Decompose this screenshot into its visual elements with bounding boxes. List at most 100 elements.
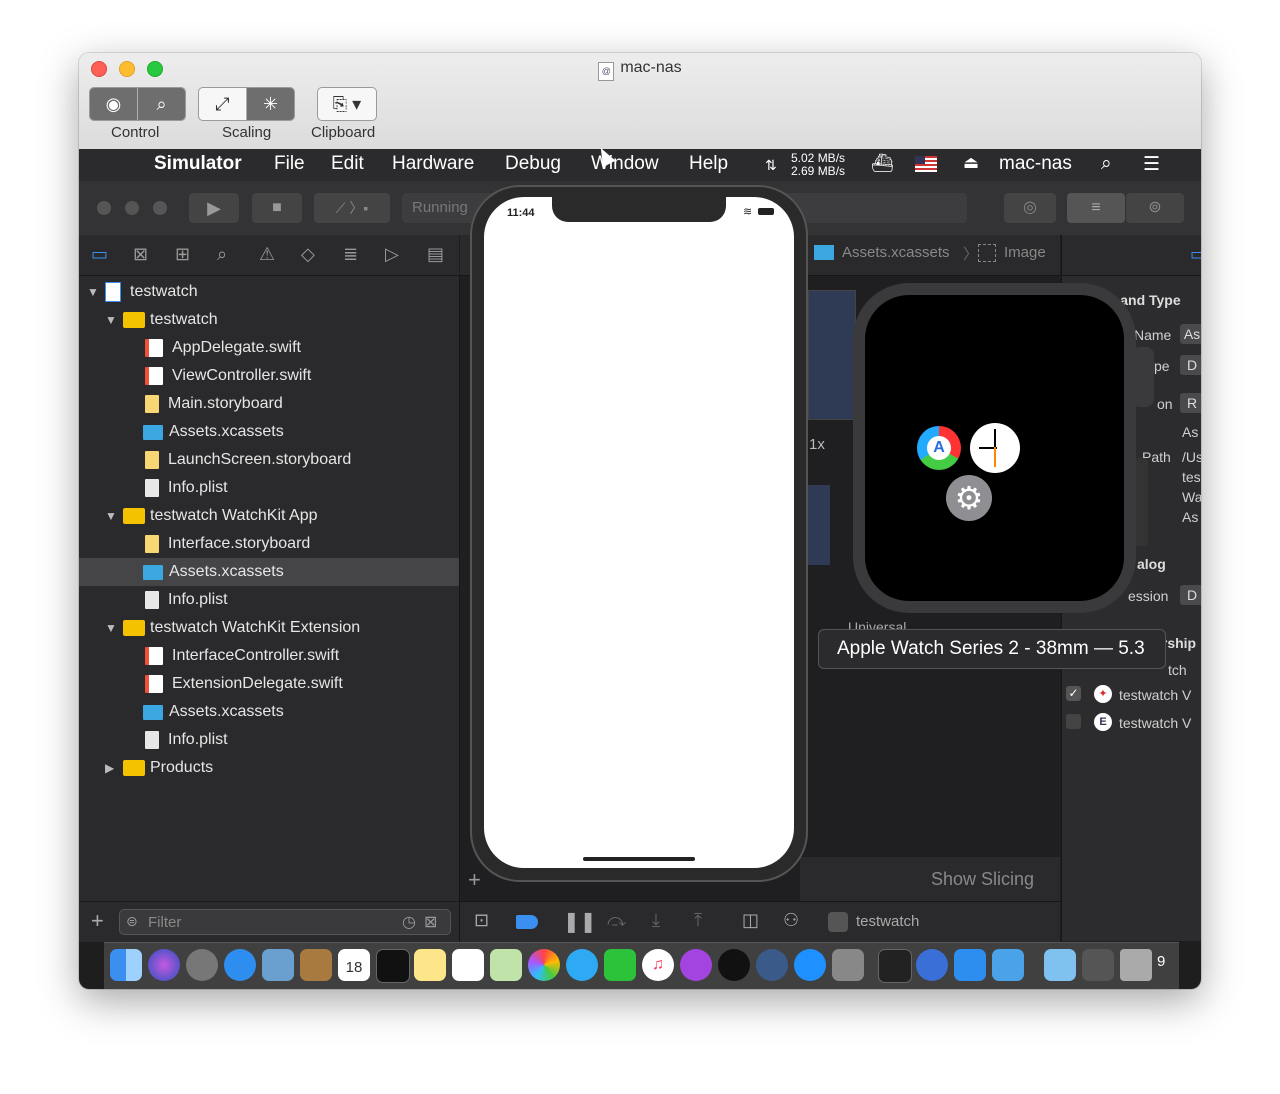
process-scheme-label[interactable]: testwatch xyxy=(856,913,919,930)
tree-row-file[interactable]: Info.plist xyxy=(145,726,228,754)
trash-icon[interactable] xyxy=(1120,949,1152,981)
podcasts-icon[interactable] xyxy=(680,949,712,981)
eject-icon[interactable]: ⏏ xyxy=(963,153,979,173)
tree-row-file[interactable]: AppDelegate.swift xyxy=(145,334,301,362)
terminal-icon[interactable] xyxy=(376,949,410,983)
library-icon[interactable]: ◎ xyxy=(1004,193,1056,223)
tree-row-folder[interactable]: ▶ Products xyxy=(105,754,213,782)
shrink-icon[interactable]: ✳ xyxy=(247,88,294,120)
facetime-icon[interactable] xyxy=(604,949,636,981)
qbittorrent-icon[interactable] xyxy=(916,949,948,981)
safari-icon[interactable] xyxy=(224,949,256,981)
settings-gear-icon[interactable]: ⚙ xyxy=(946,475,992,521)
notes-icon[interactable] xyxy=(414,949,446,981)
step-over-icon[interactable]: ⤼ xyxy=(607,910,626,931)
preview-icon[interactable] xyxy=(262,949,294,981)
tree-row-file[interactable]: ViewController.swift xyxy=(145,362,311,390)
run-icon[interactable]: ▶ xyxy=(189,193,239,223)
contacts-icon[interactable] xyxy=(300,949,332,981)
debug-navigator-icon[interactable]: ≣ xyxy=(343,244,358,265)
folder-icon[interactable] xyxy=(1044,949,1076,981)
breadcrumb-assets[interactable]: Assets.xcassets xyxy=(842,244,950,261)
home-indicator[interactable] xyxy=(583,857,695,861)
app-store-icon[interactable] xyxy=(794,949,826,981)
target-checkbox[interactable]: ✓ xyxy=(1066,686,1081,701)
xcode-minimize-button[interactable] xyxy=(125,201,139,215)
menubar-host[interactable]: mac-nas xyxy=(999,153,1072,175)
type-popup[interactable]: D xyxy=(1180,355,1201,375)
spotlight-icon[interactable]: ⌕ xyxy=(1101,153,1112,175)
breakpoints-toggle-icon[interactable] xyxy=(516,915,538,929)
standard-editor-icon[interactable]: ≡ xyxy=(1067,193,1125,223)
tree-row-file[interactable]: Info.plist xyxy=(145,586,228,614)
file-inspector-icon[interactable]: ▭ xyxy=(1190,244,1201,265)
xcode-zoom-button[interactable] xyxy=(153,201,167,215)
test-navigator-icon[interactable]: ◇ xyxy=(301,244,315,265)
network-utility-icon[interactable] xyxy=(756,949,788,981)
binoculars-icon[interactable]: ⌕ xyxy=(138,88,185,120)
screen-sharing-icon[interactable] xyxy=(1082,949,1114,981)
target-checkbox[interactable] xyxy=(1066,714,1081,729)
show-slicing-button[interactable]: Show Slicing xyxy=(931,869,1034,890)
view-debugger-icon[interactable]: ◫ xyxy=(742,910,759,931)
activity-app-icon[interactable]: A xyxy=(917,426,961,470)
tree-row-folder[interactable]: ▼ testwatch WatchKit Extension xyxy=(105,614,360,642)
filter-field[interactable]: ⊜ Filter ◷ ⊠ xyxy=(119,909,451,935)
music-icon[interactable]: ♫ xyxy=(642,949,674,981)
stop-icon[interactable]: ■ xyxy=(252,193,302,223)
system-preferences-icon[interactable] xyxy=(832,949,864,981)
clipboard-icon[interactable]: ⎘ ▾ xyxy=(318,88,376,120)
step-into-icon[interactable]: ⤓ xyxy=(652,910,660,931)
siri-icon[interactable] xyxy=(148,949,180,981)
tree-row-selected[interactable]: Assets.xcassets xyxy=(79,558,459,586)
issue-navigator-icon[interactable]: ⚠ xyxy=(259,244,275,265)
finder-icon[interactable] xyxy=(110,949,142,981)
photos-icon[interactable] xyxy=(528,949,560,981)
tree-row-file[interactable]: Interface.storyboard xyxy=(145,530,310,558)
add-icon[interactable]: + xyxy=(91,908,104,934)
launchpad-icon[interactable] xyxy=(186,949,218,981)
tree-row-file[interactable]: ExtensionDelegate.swift xyxy=(145,670,343,698)
hide-debug-area-icon[interactable]: ⊡ xyxy=(474,910,489,931)
disclosure-down-icon[interactable]: ▼ xyxy=(105,509,117,523)
project-navigator-icon[interactable]: ▭ xyxy=(91,244,108,265)
maps-icon[interactable] xyxy=(490,949,522,981)
clock-app-icon[interactable] xyxy=(970,423,1020,473)
disclosure-down-icon[interactable]: ▼ xyxy=(105,621,117,635)
tree-row-file[interactable]: Assets.xcassets xyxy=(143,698,284,726)
menu-app[interactable]: Simulator xyxy=(154,153,242,175)
breakpoint-navigator-icon[interactable]: ▷ xyxy=(385,244,399,265)
add-asset-icon[interactable]: + xyxy=(468,867,481,893)
simulator-icon[interactable] xyxy=(992,949,1024,981)
watch-simulator[interactable]: A ⚙ xyxy=(853,283,1136,613)
menu-file[interactable]: File xyxy=(274,153,305,175)
calendar-icon[interactable]: 18 xyxy=(338,949,370,981)
input-source-flag-icon[interactable] xyxy=(915,156,937,172)
recent-files-icon[interactable]: ◷ xyxy=(402,912,416,932)
reminders-icon[interactable] xyxy=(452,949,484,981)
xcode-close-button[interactable] xyxy=(97,201,111,215)
disclosure-down-icon[interactable]: ▼ xyxy=(105,313,117,327)
report-navigator-icon[interactable]: ▤ xyxy=(427,244,444,265)
tree-row-file[interactable]: LaunchScreen.storyboard xyxy=(145,446,351,474)
breadcrumb-image[interactable]: Image xyxy=(1004,244,1046,261)
xcode-icon[interactable] xyxy=(954,949,986,981)
expand-icon[interactable]: ⤢ xyxy=(199,88,247,120)
messages-icon[interactable] xyxy=(566,949,598,981)
tree-row-file[interactable]: Assets.xcassets xyxy=(143,418,284,446)
menu-help[interactable]: Help xyxy=(689,153,728,175)
tree-row-file[interactable]: Main.storyboard xyxy=(145,390,283,418)
step-out-icon[interactable]: ⤒ xyxy=(694,910,702,931)
scm-filter-icon[interactable]: ⊠ xyxy=(424,912,437,932)
watch-screen[interactable]: A ⚙ xyxy=(865,295,1124,601)
menu-list-icon[interactable]: ☰ xyxy=(1143,153,1160,176)
version-popup[interactable]: D xyxy=(1180,585,1201,605)
pause-icon[interactable]: ❚❚ xyxy=(563,909,597,934)
tv-icon[interactable] xyxy=(718,949,750,981)
memory-graph-icon[interactable]: ⚇ xyxy=(783,910,799,931)
docker-icon[interactable]: ⛴ xyxy=(871,153,894,174)
disclosure-right-icon[interactable]: ▶ xyxy=(105,761,117,775)
tree-row-file[interactable]: Info.plist xyxy=(145,474,228,502)
activity-monitor-icon[interactable] xyxy=(878,949,912,983)
source-control-icon[interactable]: ⊠ xyxy=(133,244,148,265)
